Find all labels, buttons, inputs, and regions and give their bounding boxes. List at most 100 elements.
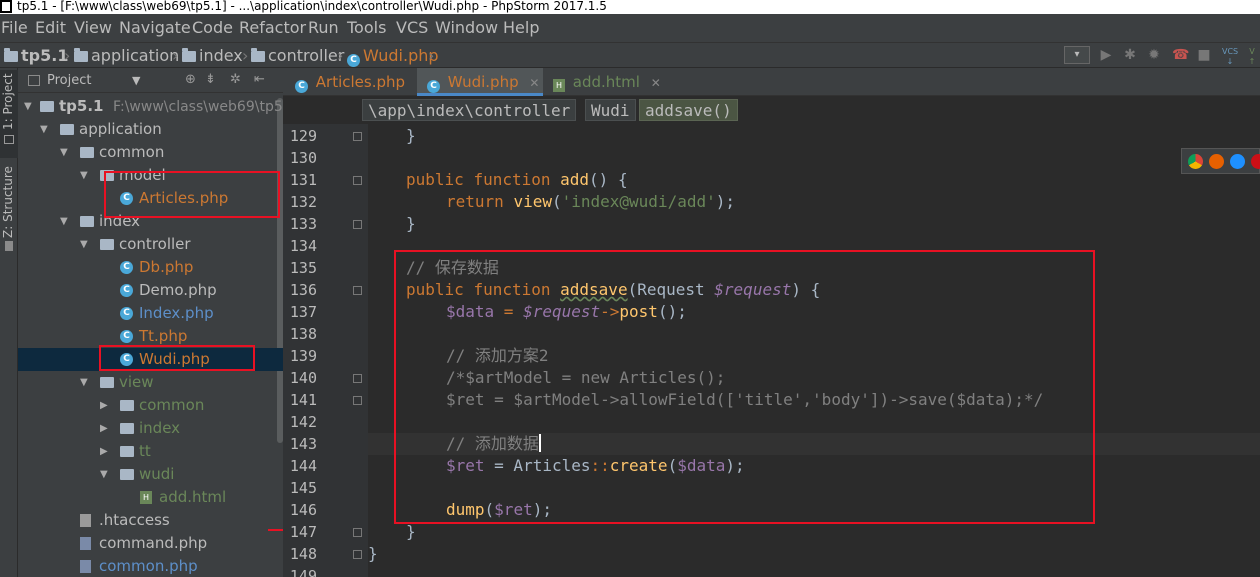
fold-marker-icon[interactable] [353, 132, 362, 141]
line-number: 129 [289, 127, 317, 145]
fold-marker-icon[interactable] [353, 286, 362, 295]
php-class-icon: C [427, 80, 440, 93]
tree-row-application[interactable]: ▼ application [18, 118, 283, 141]
tree-row-htaccess[interactable]: .htaccess [18, 509, 283, 532]
chrome-icon[interactable] [1188, 154, 1203, 169]
fold-marker-icon[interactable] [353, 528, 362, 537]
nav-crumb-project[interactable]: tp5.1 [4, 46, 68, 65]
run-icon[interactable]: ▶ [1098, 47, 1114, 63]
project-panel-header: Project ▼ ⊕ ⇟ ✲ ⇤ [18, 68, 283, 93]
code-line-148: } [368, 544, 378, 563]
code-line-133: } [406, 214, 416, 233]
tree-root-label: tp5.1 [59, 97, 104, 115]
chevron-down-icon[interactable]: ▼ [132, 74, 140, 87]
expand-arrow-icon[interactable]: ▼ [60, 141, 68, 164]
tree-row-demo-php[interactable]: C Demo.php [18, 279, 283, 302]
line-number: 146 [289, 501, 317, 519]
hide-panel-icon[interactable]: ⇤ [254, 72, 265, 87]
tree-row-view-tt[interactable]: ▶ tt [18, 440, 283, 463]
fold-marker-icon[interactable] [353, 220, 362, 229]
fold-marker-icon[interactable] [353, 550, 362, 559]
nav-crumb-application[interactable]: application [74, 46, 179, 65]
collapse-arrow-icon[interactable]: ▶ [100, 417, 108, 440]
tree-row-command-php[interactable]: command.php [18, 532, 283, 555]
close-icon[interactable]: ✕ [651, 76, 661, 90]
left-tool-window-strip: 1: Project Z: Structure [0, 68, 18, 577]
tree-row-view[interactable]: ▼ view [18, 371, 283, 394]
menu-tools[interactable]: Tools [347, 18, 386, 37]
tree-row-common[interactable]: ▼ common [18, 141, 283, 164]
stop-icon[interactable]: ■ [1196, 47, 1212, 63]
tree-row-index-php[interactable]: C Index.php [18, 302, 283, 325]
nav-crumb-file[interactable]: C Wudi.php [347, 46, 439, 67]
opera-icon[interactable] [1251, 154, 1260, 169]
annotation-mark [268, 529, 283, 531]
menu-help[interactable]: Help [503, 18, 539, 37]
breadcrumb-method[interactable]: addsave() [639, 99, 738, 121]
menu-file[interactable]: File [1, 18, 28, 37]
tree-row-view-common[interactable]: ▶ common [18, 394, 283, 417]
nav-crumb-controller[interactable]: controller [251, 46, 344, 65]
tree-item-label: wudi [139, 465, 175, 483]
scroll-from-source-icon[interactable]: ⊕ [185, 72, 196, 87]
debug-icon[interactable]: ✱ [1122, 47, 1138, 63]
line-number: 148 [289, 545, 317, 563]
php-debug-listen-icon[interactable]: ☎ [1172, 47, 1189, 63]
close-icon[interactable]: ✕ [529, 76, 539, 90]
tab-articles-php[interactable]: C Articles.php ✕ [283, 68, 426, 96]
tree-row-view-index[interactable]: ▶ index [18, 417, 283, 440]
vcs-update-icon[interactable]: VCS ↓ [1222, 47, 1238, 66]
line-number: 145 [289, 479, 317, 497]
tab-add-html[interactable]: H add.html ✕ [545, 68, 665, 96]
tree-row-add-html[interactable]: H add.html [18, 486, 283, 509]
line-number: 133 [289, 215, 317, 233]
nav-crumb-index[interactable]: index [182, 46, 243, 65]
breadcrumb-namespace[interactable]: \app\index\controller [362, 99, 577, 121]
expand-arrow-icon[interactable]: ▼ [40, 118, 48, 141]
collapse-arrow-icon[interactable]: ▶ [100, 394, 108, 417]
collapse-arrow-icon[interactable]: ▶ [100, 440, 108, 463]
menu-vcs[interactable]: VCS [396, 18, 428, 37]
vcs-commit-icon[interactable]: V ↑ [1244, 47, 1260, 66]
expand-arrow-icon[interactable]: ▼ [100, 463, 108, 486]
run-configuration-dropdown[interactable]: ▾ [1064, 46, 1090, 64]
collapse-all-icon[interactable]: ⇟ [205, 72, 216, 87]
settings-gear-icon[interactable]: ✲ [230, 72, 241, 87]
tree-row-root[interactable]: ▼ tp5.1 F:\www\class\web69\tp5.1 [18, 95, 283, 118]
chevron-right-icon: › [64, 46, 71, 65]
folder-icon [4, 48, 18, 62]
menu-run[interactable]: Run [308, 18, 339, 37]
editor-gutter: 129 130 131 132 133 134 135 136 137 138 … [283, 124, 368, 577]
expand-arrow-icon[interactable]: ▼ [80, 371, 88, 394]
menu-window[interactable]: Window [435, 18, 498, 37]
menu-view[interactable]: View [74, 18, 112, 37]
menu-edit[interactable]: Edit [35, 18, 66, 37]
project-view-selector[interactable]: Project [47, 73, 91, 88]
phpstorm-app-icon [0, 0, 12, 13]
fold-marker-icon[interactable] [353, 176, 362, 185]
menu-refactor[interactable]: Refactor [239, 18, 306, 37]
tree-root-path: F:\www\class\web69\tp5.1 [113, 99, 283, 115]
tab-wudi-php[interactable]: C Wudi.php ✕ [417, 68, 543, 96]
breadcrumb-class[interactable]: Wudi [585, 99, 636, 121]
expand-arrow-icon[interactable]: ▼ [80, 164, 88, 187]
expand-arrow-icon[interactable]: ▼ [80, 233, 88, 256]
firefox-icon[interactable] [1209, 154, 1224, 169]
folder-icon [100, 239, 114, 250]
coverage-icon[interactable]: ✹ [1146, 47, 1162, 63]
tree-row-controller[interactable]: ▼ controller [18, 233, 283, 256]
expand-arrow-icon[interactable]: ▼ [24, 95, 32, 118]
tree-row-db-php[interactable]: C Db.php [18, 256, 283, 279]
tree-row-common-php[interactable]: common.php [18, 555, 283, 577]
annotation-box-wudi [99, 345, 255, 371]
tree-row-view-wudi[interactable]: ▼ wudi [18, 463, 283, 486]
menu-code[interactable]: Code [192, 18, 233, 37]
expand-arrow-icon[interactable]: ▼ [60, 210, 68, 233]
folder-icon [120, 400, 134, 411]
fold-marker-icon[interactable] [353, 396, 362, 405]
line-number: 139 [289, 347, 317, 365]
tab-label: Wudi.php [447, 73, 519, 91]
fold-marker-icon[interactable] [353, 374, 362, 383]
safari-icon[interactable] [1230, 154, 1245, 169]
menu-navigate[interactable]: Navigate [119, 18, 191, 37]
